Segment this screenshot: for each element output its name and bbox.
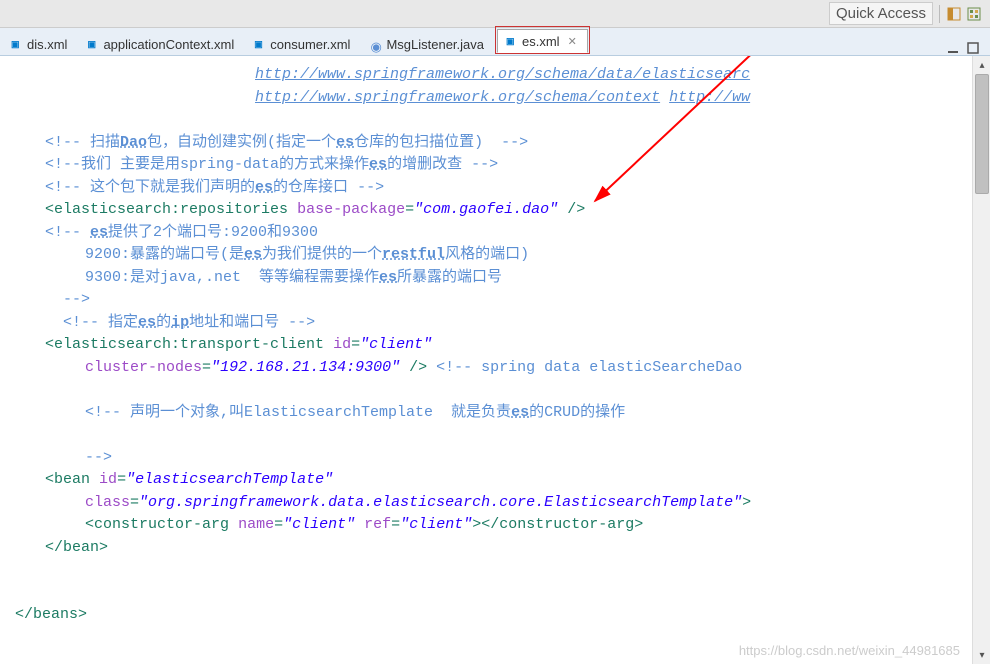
quick-access-field[interactable]: Quick Access — [829, 2, 933, 25]
xml-file-icon: ▣ — [254, 39, 266, 51]
open-perspective-icon[interactable] — [946, 6, 962, 22]
code-editor[interactable]: http://www.springframework.org/schema/da… — [0, 56, 990, 664]
vertical-scrollbar[interactable]: ▴ ▾ — [972, 56, 990, 664]
tab-label: dis.xml — [27, 37, 67, 52]
tab-controls — [946, 41, 990, 55]
tab-applicationcontext-xml[interactable]: ▣ applicationContext.xml — [78, 32, 245, 55]
minimize-icon[interactable] — [946, 41, 960, 55]
xml-file-icon: ▣ — [87, 39, 99, 51]
tab-consumer-xml[interactable]: ▣ consumer.xml — [245, 32, 361, 55]
schema-url: http://ww — [669, 89, 750, 106]
xml-file-icon: ▣ — [11, 39, 23, 51]
tab-dis-xml[interactable]: ▣ dis.xml — [2, 32, 78, 55]
xml-file-icon: ▣ — [506, 36, 518, 48]
comment-open: <!-- — [45, 134, 81, 151]
tab-label: es.xml — [522, 34, 560, 49]
tab-msglistener-java[interactable]: ◉ MsgListener.java — [361, 32, 495, 55]
watermark: https://blog.csdn.net/weixin_44981685 — [739, 643, 960, 658]
editor-tabs: ▣ dis.xml ▣ applicationContext.xml ▣ con… — [0, 28, 990, 56]
perspective-switcher-icon[interactable] — [966, 6, 982, 22]
scroll-up-icon[interactable]: ▴ — [973, 56, 990, 74]
tab-label: applicationContext.xml — [103, 37, 234, 52]
tab-es-xml[interactable]: ▣ es.xml ✕ — [497, 29, 588, 53]
schema-url: http://www.springframework.org/schema/da… — [255, 66, 750, 83]
scroll-down-icon[interactable]: ▾ — [973, 646, 990, 664]
java-file-icon: ◉ — [370, 39, 382, 51]
tab-label: consumer.xml — [270, 37, 350, 52]
maximize-icon[interactable] — [966, 41, 980, 55]
close-icon[interactable]: ✕ — [568, 35, 577, 48]
toolbar-separator — [939, 5, 940, 23]
top-toolbar: Quick Access — [0, 0, 990, 28]
tab-label: MsgListener.java — [386, 37, 484, 52]
schema-url: http://www.springframework.org/schema/co… — [255, 89, 660, 106]
active-tab-highlight: ▣ es.xml ✕ — [495, 26, 590, 54]
scroll-thumb[interactable] — [975, 74, 989, 194]
